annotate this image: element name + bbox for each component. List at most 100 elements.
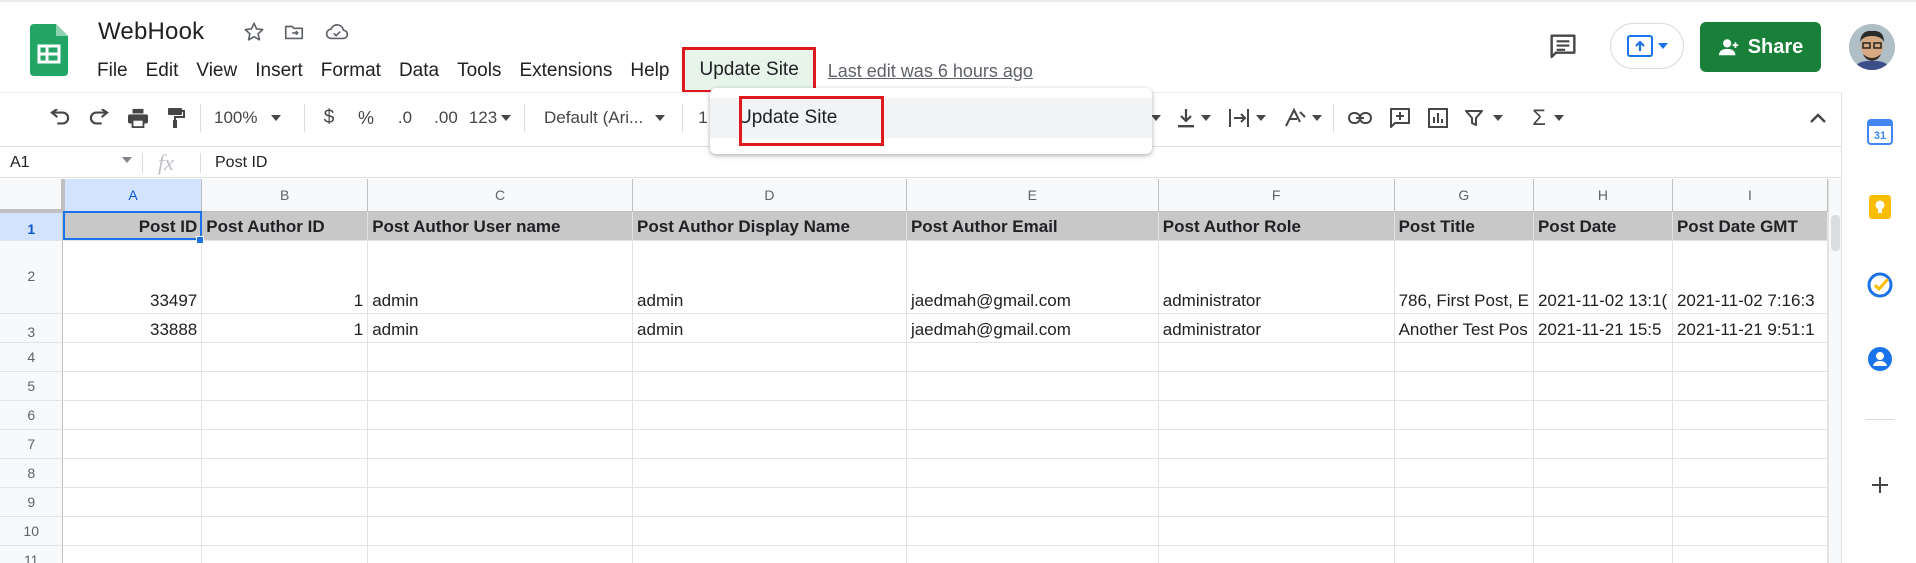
- vertical-align-select[interactable]: [1174, 104, 1214, 132]
- cell[interactable]: [367, 487, 634, 517]
- column-header-h[interactable]: H: [1533, 179, 1673, 212]
- menu-tools[interactable]: Tools: [448, 56, 510, 86]
- menu-data[interactable]: Data: [390, 56, 448, 86]
- cell[interactable]: [1394, 516, 1534, 546]
- font-size-field[interactable]: 1: [696, 104, 710, 132]
- insert-comment-icon[interactable]: [1386, 104, 1414, 132]
- column-header-g[interactable]: G: [1394, 179, 1534, 212]
- cell[interactable]: [62, 371, 203, 401]
- sheets-logo[interactable]: [30, 24, 68, 76]
- cell[interactable]: [62, 458, 203, 488]
- cell[interactable]: [1672, 371, 1828, 401]
- contacts-icon[interactable]: [1867, 346, 1893, 372]
- cell[interactable]: 786, First Post, E: [1394, 240, 1534, 314]
- cell[interactable]: [1394, 429, 1534, 459]
- menu-update-site[interactable]: Update Site: [682, 47, 816, 93]
- cell[interactable]: [1394, 400, 1534, 430]
- cell[interactable]: [1533, 429, 1673, 459]
- cell[interactable]: 1: [201, 313, 369, 343]
- document-title[interactable]: WebHook: [98, 18, 204, 46]
- cell[interactable]: [367, 516, 634, 546]
- cell[interactable]: [201, 429, 369, 459]
- fill-handle[interactable]: [196, 236, 204, 244]
- cell[interactable]: [906, 458, 1159, 488]
- cell[interactable]: jaedmah@gmail.com: [906, 240, 1159, 314]
- cell[interactable]: [62, 342, 203, 372]
- cell[interactable]: [201, 371, 369, 401]
- cell[interactable]: [1158, 371, 1395, 401]
- cell[interactable]: [1158, 516, 1395, 546]
- collapse-toolbar-icon[interactable]: [1804, 104, 1832, 132]
- cell[interactable]: [1672, 458, 1828, 488]
- cell[interactable]: [1533, 400, 1673, 430]
- cell[interactable]: Post Author Display Name: [632, 211, 907, 241]
- more-formats-select[interactable]: 123: [466, 104, 514, 132]
- cell[interactable]: [367, 545, 634, 563]
- cell[interactable]: [367, 429, 634, 459]
- text-rotation-select[interactable]: [1282, 104, 1324, 132]
- cell[interactable]: [1672, 545, 1828, 563]
- decrease-decimal-button[interactable]: .0: [390, 104, 420, 132]
- cell[interactable]: [1672, 516, 1828, 546]
- cell[interactable]: [62, 516, 203, 546]
- cell[interactable]: admin: [367, 240, 634, 314]
- cell[interactable]: 2021-11-21 15:5: [1533, 313, 1673, 343]
- row-header[interactable]: 5: [0, 371, 64, 401]
- cell[interactable]: [62, 429, 203, 459]
- cell[interactable]: [367, 458, 634, 488]
- insert-chart-icon[interactable]: [1424, 104, 1452, 132]
- row-header[interactable]: 6: [0, 400, 64, 430]
- undo-icon[interactable]: [46, 104, 74, 132]
- move-to-folder-icon[interactable]: [280, 18, 308, 46]
- menu-help[interactable]: Help: [621, 56, 678, 86]
- cell[interactable]: jaedmah@gmail.com: [906, 313, 1159, 343]
- cell[interactable]: [906, 342, 1159, 372]
- tasks-icon[interactable]: [1867, 272, 1893, 298]
- menu-format[interactable]: Format: [312, 56, 390, 86]
- format-currency-button[interactable]: $: [318, 104, 340, 132]
- cell[interactable]: [906, 371, 1159, 401]
- cell[interactable]: [201, 487, 369, 517]
- column-header-c[interactable]: C: [367, 179, 634, 212]
- cell[interactable]: [632, 429, 907, 459]
- cell[interactable]: [1672, 400, 1828, 430]
- column-header-i[interactable]: I: [1672, 179, 1828, 212]
- cell[interactable]: Post Author ID: [201, 211, 369, 241]
- cell[interactable]: administrator: [1158, 313, 1395, 343]
- paint-format-icon[interactable]: [162, 104, 190, 132]
- scrollbar-thumb[interactable]: [1831, 215, 1840, 251]
- share-button[interactable]: Share: [1700, 22, 1821, 72]
- cell[interactable]: Post Author Role: [1158, 211, 1395, 241]
- cell[interactable]: [906, 545, 1159, 563]
- cell[interactable]: [367, 342, 634, 372]
- row-header[interactable]: 8: [0, 458, 64, 488]
- row-header[interactable]: 2: [0, 240, 64, 314]
- functions-select[interactable]: Σ: [1528, 104, 1568, 132]
- cell[interactable]: [632, 487, 907, 517]
- calendar-icon[interactable]: 31: [1867, 119, 1893, 145]
- cell[interactable]: [62, 545, 203, 563]
- cell[interactable]: [1672, 429, 1828, 459]
- insert-link-icon[interactable]: [1346, 104, 1374, 132]
- cell[interactable]: [1394, 458, 1534, 488]
- cell[interactable]: [201, 458, 369, 488]
- print-icon[interactable]: [124, 104, 152, 132]
- cell[interactable]: 33497: [62, 240, 203, 314]
- cell[interactable]: [1533, 516, 1673, 546]
- cell[interactable]: Post Date: [1533, 211, 1673, 241]
- menu-file[interactable]: File: [88, 56, 137, 86]
- column-header-b[interactable]: B: [201, 179, 369, 212]
- cell[interactable]: 2021-11-02 13:1(: [1533, 240, 1673, 314]
- cell[interactable]: 2021-11-21 9:51:1: [1672, 313, 1828, 343]
- account-avatar[interactable]: [1849, 24, 1895, 70]
- filter-select[interactable]: [1464, 104, 1504, 132]
- row-header[interactable]: 9: [0, 487, 64, 517]
- cell[interactable]: administrator: [1158, 240, 1395, 314]
- cell[interactable]: [1158, 400, 1395, 430]
- menu-extensions[interactable]: Extensions: [510, 56, 621, 86]
- comment-history-icon[interactable]: [1546, 30, 1582, 66]
- row-header[interactable]: 7: [0, 429, 64, 459]
- zoom-select[interactable]: 100%: [214, 104, 294, 132]
- cell[interactable]: [1533, 342, 1673, 372]
- cell[interactable]: 2021-11-02 7:16:3: [1672, 240, 1828, 314]
